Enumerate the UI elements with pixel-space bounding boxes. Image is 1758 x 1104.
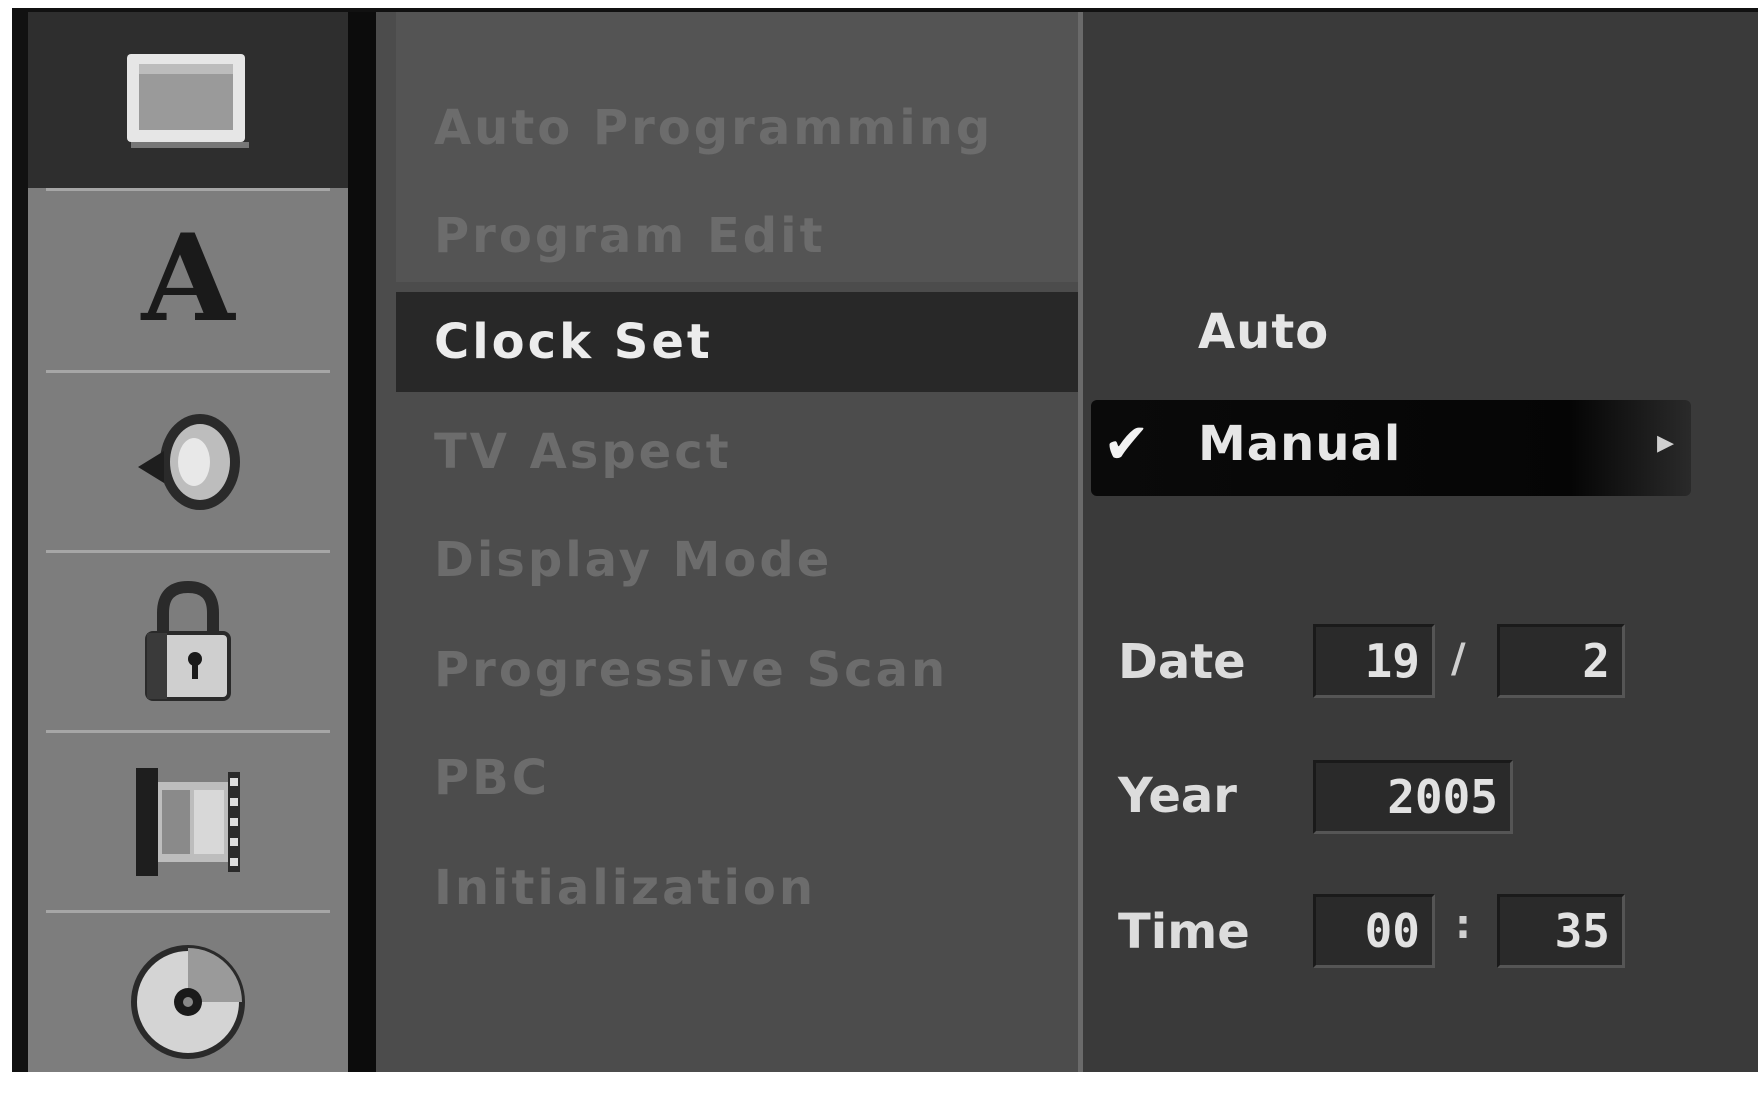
category-disc[interactable] xyxy=(28,914,348,1090)
category-audio[interactable] xyxy=(28,374,348,550)
checkmark-icon: ✔ xyxy=(1103,412,1151,477)
divider xyxy=(46,550,330,553)
category-lock[interactable] xyxy=(28,554,348,730)
menu-item-display-mode[interactable]: Display Mode xyxy=(434,532,832,588)
setup-menu: Auto Programming Program Edit Clock Set … xyxy=(376,12,1078,1072)
clock-set-submenu: Auto ✔ Manual ▸ Date 19 / 2 Year 2005 Ti… xyxy=(1083,12,1758,1072)
category-recording[interactable] xyxy=(28,734,348,910)
time-separator: : xyxy=(1455,902,1471,948)
category-language[interactable]: A xyxy=(28,192,348,368)
option-manual[interactable]: Manual xyxy=(1198,416,1401,472)
divider xyxy=(46,730,330,733)
column-gap xyxy=(348,12,376,1072)
date-month-field[interactable]: 2 xyxy=(1497,624,1625,698)
divider xyxy=(46,370,330,373)
divider xyxy=(46,188,330,191)
date-separator: / xyxy=(1451,636,1466,682)
date-day-field[interactable]: 19 xyxy=(1313,624,1435,698)
menu-item-tv-aspect[interactable]: TV Aspect xyxy=(434,424,732,480)
bottom-margin xyxy=(0,1072,1758,1104)
category-sidebar: A xyxy=(28,12,348,1072)
menu-item-auto-programming[interactable]: Auto Programming xyxy=(434,100,993,156)
category-setup[interactable] xyxy=(28,12,348,188)
divider xyxy=(46,910,330,913)
language-icon: A xyxy=(140,220,236,340)
arrow-right-icon: ▸ xyxy=(1657,422,1676,462)
option-auto[interactable]: Auto xyxy=(1198,304,1329,360)
film-icon xyxy=(136,768,240,876)
date-label: Date xyxy=(1118,634,1246,690)
menu-item-program-edit[interactable]: Program Edit xyxy=(434,208,826,264)
year-label: Year xyxy=(1118,768,1237,824)
disc-icon xyxy=(131,945,245,1059)
speaker-icon xyxy=(138,414,240,510)
time-minute-field[interactable]: 35 xyxy=(1497,894,1625,968)
lock-icon xyxy=(145,580,231,701)
menu-item-pbc[interactable]: PBC xyxy=(434,750,550,806)
menu-item-clock-set[interactable]: Clock Set xyxy=(434,314,713,370)
language-glyph: A xyxy=(140,220,236,340)
tv-screen-icon xyxy=(127,54,249,148)
time-hour-field[interactable]: 00 xyxy=(1313,894,1435,968)
menu-item-progressive-scan[interactable]: Progressive Scan xyxy=(434,642,948,698)
time-label: Time xyxy=(1118,904,1250,960)
menu-item-initialization[interactable]: Initialization xyxy=(434,860,816,916)
year-field[interactable]: 2005 xyxy=(1313,760,1513,834)
